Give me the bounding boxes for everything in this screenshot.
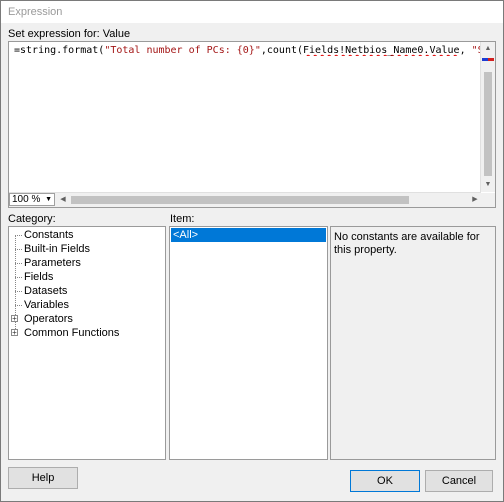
expression-dialog: Expression Set expression for: Value =st…	[0, 0, 504, 502]
ok-button[interactable]: OK	[350, 470, 420, 492]
plus-icon[interactable]: +	[11, 329, 18, 337]
item-list[interactable]: <All>	[169, 226, 328, 460]
description-panel: No constants are available for this prop…	[330, 226, 496, 460]
window-title: Expression	[8, 6, 63, 18]
scroll-right-icon[interactable]: ▶	[469, 193, 481, 206]
horizontal-scrollbar[interactable]: 100 % ▼ ◀ ▶	[9, 192, 481, 207]
expression-editor[interactable]: =string.format("Total number of PCs: {0}…	[8, 41, 496, 208]
plus-icon[interactable]: +	[11, 315, 18, 323]
vertical-scroll-thumb[interactable]	[484, 72, 492, 176]
category-tree[interactable]: Constants Built-in Fields Parameters Fie…	[8, 226, 166, 460]
category-label: Category:	[8, 213, 56, 225]
description-text: No constants are available for this prop…	[334, 231, 480, 256]
expression-label: Set expression for: Value	[8, 28, 131, 40]
help-button[interactable]: Help	[8, 467, 78, 489]
code-dataset: "SCCM2")	[471, 45, 480, 56]
code-sep: ,	[459, 45, 472, 56]
expression-code[interactable]: =string.format("Total number of PCs: {0}…	[14, 45, 480, 56]
vertical-scrollbar[interactable]: ▲ ▼	[480, 42, 495, 192]
horizontal-scroll-thumb[interactable]	[71, 196, 409, 204]
code-field: Fields!Netbios_Name0.Value	[303, 45, 460, 56]
zoom-value: 100 %	[12, 194, 41, 205]
scroll-up-icon[interactable]: ▲	[481, 42, 495, 56]
scroll-left-icon[interactable]: ◀	[57, 193, 69, 206]
list-item-all[interactable]: <All>	[171, 228, 326, 242]
error-marker	[482, 58, 494, 64]
title-bar: Expression	[1, 1, 503, 23]
dropdown-arrow-icon[interactable]: ▼	[45, 194, 52, 205]
code-string: "Total number of PCs: {0}"	[104, 45, 261, 56]
scroll-corner	[481, 193, 495, 207]
zoom-select[interactable]: 100 % ▼	[9, 193, 55, 206]
code-func: =string.format(	[14, 45, 105, 56]
item-label: Item:	[170, 213, 195, 225]
cancel-button[interactable]: Cancel	[425, 470, 493, 492]
code-count: ,count(	[260, 45, 304, 56]
scroll-down-icon[interactable]: ▼	[481, 178, 495, 192]
